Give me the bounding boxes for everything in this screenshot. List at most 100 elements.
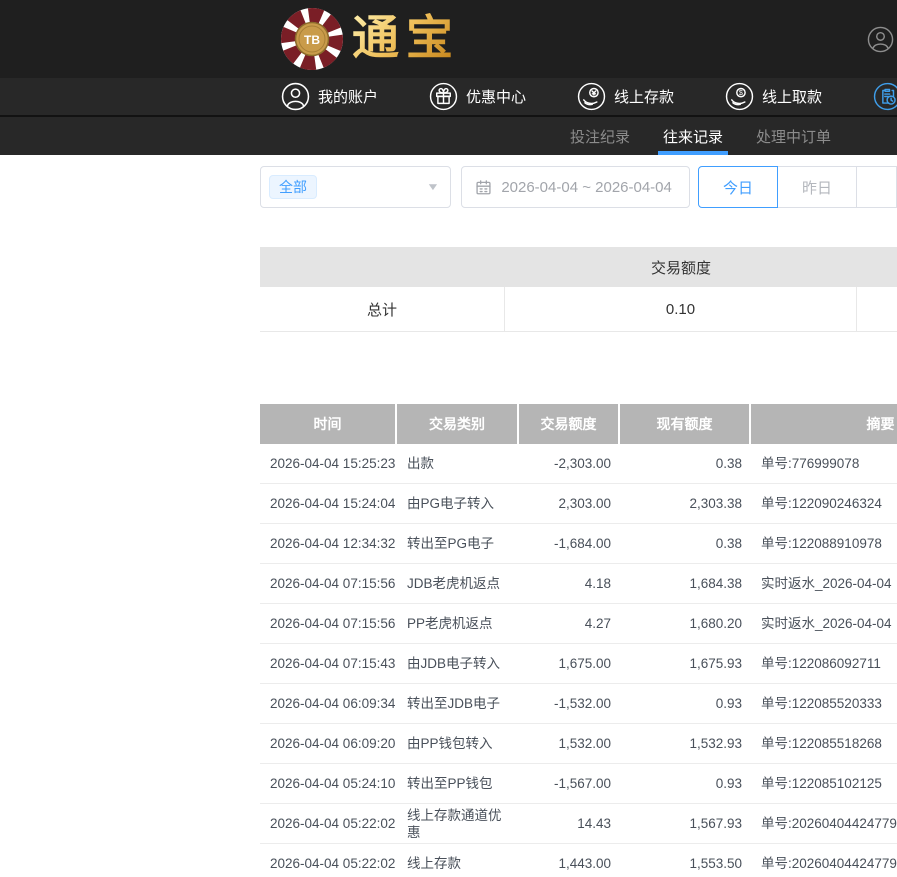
table-row: 2026-04-04 05:22:02 线上存款通道优惠 14.43 1,567…	[260, 804, 897, 844]
withdraw-coin-hand-icon: $	[725, 82, 754, 111]
cell-memo: 单号:122086092711	[751, 655, 897, 672]
nav-item-records[interactable]	[873, 82, 897, 111]
summary-amount-header: 交易额度	[505, 257, 857, 278]
cell-balance: 0.93	[620, 695, 751, 712]
cell-time: 2026-04-04 06:09:20	[260, 735, 397, 752]
brand-logo[interactable]: TB 通宝	[279, 6, 460, 72]
table-body: 2026-04-04 15:25:23 出款 -2,303.00 0.38 单号…	[260, 444, 897, 877]
cell-time: 2026-04-04 15:24:04	[260, 495, 397, 512]
cell-time: 2026-04-04 05:22:02	[260, 815, 397, 832]
cell-type: 线上存款	[397, 855, 519, 872]
tab-betting-records[interactable]: 投注纪录	[570, 117, 630, 155]
cell-type: 线上存款通道优惠	[397, 807, 519, 841]
table-row: 2026-04-04 07:15:43 由JDB电子转入 1,675.00 1,…	[260, 644, 897, 684]
cell-amount: 4.18	[519, 575, 620, 592]
cell-memo: 单号:122085102125	[751, 775, 897, 792]
summary-empty-cell	[857, 287, 897, 331]
cell-time: 2026-04-04 07:15:56	[260, 575, 397, 592]
nav-label: 我的账户	[318, 86, 378, 107]
category-select[interactable]: 全部 ▼	[260, 166, 451, 208]
col-header-type: 交易类别	[397, 404, 519, 444]
tab-label: 往来记录	[663, 126, 723, 147]
date-range-value: 2026-04-04 ~ 2026-04-04	[501, 179, 672, 196]
cell-memo: 单号:122090246324	[751, 495, 897, 512]
cell-type: JDB老虎机返点	[397, 575, 519, 592]
tab-pending-orders[interactable]: 处理中订单	[756, 117, 831, 155]
cell-type: 出款	[397, 455, 519, 472]
nav-item-my-account[interactable]: 我的账户	[281, 82, 378, 111]
cell-time: 2026-04-04 06:09:34	[260, 695, 397, 712]
col-header-amount: 交易额度	[519, 404, 620, 444]
cell-type: 转出至PG电子	[397, 535, 519, 552]
cell-amount: 1,532.00	[519, 735, 620, 752]
nav-item-withdraw[interactable]: $ 线上取款	[725, 82, 822, 111]
yesterday-button[interactable]: 昨日	[777, 166, 857, 208]
cell-memo: 单号:122085518268	[751, 735, 897, 752]
transactions-table: 时间 交易类别 交易额度 现有额度 摘要 2026-04-04 15:25:23…	[260, 404, 897, 877]
cell-balance: 0.38	[620, 535, 751, 552]
summary-table: 交易额度 总计 0.10	[260, 247, 897, 332]
cell-balance: 0.38	[620, 455, 751, 472]
table-row: 2026-04-04 07:15:56 JDB老虎机返点 4.18 1,684.…	[260, 564, 897, 604]
cell-balance: 1,553.50	[620, 855, 751, 872]
cell-balance: 1,532.93	[620, 735, 751, 752]
selected-category-tag: 全部	[269, 175, 317, 200]
user-avatar-icon[interactable]	[867, 26, 894, 53]
nav-label: 线上取款	[762, 86, 822, 107]
cell-amount: -2,303.00	[519, 455, 620, 472]
tab-label: 投注纪录	[570, 126, 630, 147]
table-row: 2026-04-04 07:15:56 PP老虎机返点 4.27 1,680.2…	[260, 604, 897, 644]
table-row: 2026-04-04 15:25:23 出款 -2,303.00 0.38 单号…	[260, 444, 897, 484]
table-row: 2026-04-04 06:09:34 转出至JDB电子 -1,532.00 0…	[260, 684, 897, 724]
tab-transaction-records[interactable]: 往来记录	[663, 117, 723, 155]
user-icon	[281, 82, 310, 111]
filter-row: 全部 ▼ 2026-04-04 ~ 2026-04-04 今日 昨日	[260, 166, 897, 208]
records-subnav: 投注纪录 往来记录 处理中订单	[0, 117, 897, 155]
tab-label: 处理中订单	[756, 126, 831, 147]
summary-total-row: 总计 0.10	[260, 287, 897, 332]
calendar-icon	[475, 179, 492, 196]
cell-memo: 单号:202604044247797	[751, 855, 897, 872]
quick-range-button-partial[interactable]	[856, 166, 897, 208]
table-row: 2026-04-04 06:09:20 由PP钱包转入 1,532.00 1,5…	[260, 724, 897, 764]
nav-item-deposit[interactable]: 线上存款	[577, 82, 674, 111]
cell-memo: 单号:202604044247797	[751, 815, 897, 832]
cell-memo: 单号:122088910978	[751, 535, 897, 552]
nav-label: 优惠中心	[466, 86, 526, 107]
cell-time: 2026-04-04 05:24:10	[260, 775, 397, 792]
cell-time: 2026-04-04 05:22:02	[260, 855, 397, 872]
cell-balance: 1,675.93	[620, 655, 751, 672]
cell-memo: 单号:122085520333	[751, 695, 897, 712]
cell-balance: 2,303.38	[620, 495, 751, 512]
cell-balance: 1,680.20	[620, 615, 751, 632]
table-row: 2026-04-04 05:24:10 转出至PP钱包 -1,567.00 0.…	[260, 764, 897, 804]
col-header-balance: 现有额度	[620, 404, 751, 444]
summary-header-row: 交易额度	[260, 247, 897, 287]
table-row: 2026-04-04 05:22:02 线上存款 1,443.00 1,553.…	[260, 844, 897, 877]
quick-date-buttons: 今日 昨日	[698, 166, 897, 208]
cell-amount: 1,443.00	[519, 855, 620, 872]
cell-time: 2026-04-04 15:25:23	[260, 455, 397, 472]
cell-memo: 单号:776999078	[751, 455, 897, 472]
cell-type: 转出至JDB电子	[397, 695, 519, 712]
svg-text:$: $	[739, 88, 743, 97]
brand-name: 通宝	[352, 6, 460, 72]
date-range-input[interactable]: 2026-04-04 ~ 2026-04-04	[461, 166, 690, 208]
svg-text:TB: TB	[304, 33, 320, 47]
brand-header: TB 通宝	[0, 0, 897, 78]
today-button[interactable]: 今日	[698, 166, 778, 208]
cell-type: 转出至PP钱包	[397, 775, 519, 792]
cell-type: PP老虎机返点	[397, 615, 519, 632]
cell-time: 2026-04-04 07:15:43	[260, 655, 397, 672]
cell-time: 2026-04-04 12:34:32	[260, 535, 397, 552]
cell-balance: 1,684.38	[620, 575, 751, 592]
table-row: 2026-04-04 12:34:32 转出至PG电子 -1,684.00 0.…	[260, 524, 897, 564]
cell-amount: 1,675.00	[519, 655, 620, 672]
table-row: 2026-04-04 15:24:04 由PG电子转入 2,303.00 2,3…	[260, 484, 897, 524]
main-nav: 我的账户 优惠中心 线上存款	[0, 78, 897, 117]
col-header-time: 时间	[260, 404, 397, 444]
cell-amount: 14.43	[519, 815, 620, 832]
deposit-coin-hand-icon	[577, 82, 606, 111]
nav-item-promotions[interactable]: 优惠中心	[429, 82, 526, 111]
cell-type: 由PP钱包转入	[397, 735, 519, 752]
